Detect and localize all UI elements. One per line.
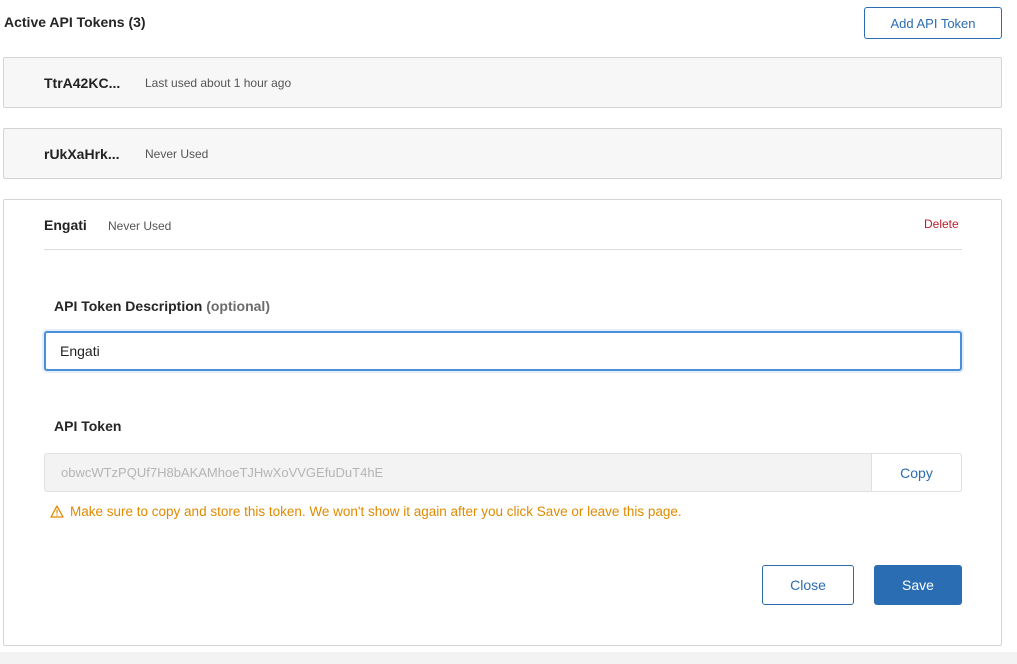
add-api-token-button[interactable]: Add API Token — [864, 7, 1002, 39]
token-row[interactable]: rUkXaHrk... Never Used — [3, 128, 1002, 179]
token-status: Never Used — [145, 146, 209, 161]
divider — [44, 249, 962, 250]
api-token-field: obwcWTzPQUf7H8bAKAMhoeTJHwXoVVGEfuDuT4hE… — [44, 453, 962, 492]
expanded-token-panel: Engati Never Used Delete API Token Descr… — [3, 199, 1002, 646]
token-name: TtrA42KC... — [44, 74, 121, 91]
token-row[interactable]: TtrA42KC... Last used about 1 hour ago — [3, 57, 1002, 108]
token-status: Never Used — [108, 219, 172, 233]
warning-text: Make sure to copy and store this token. … — [70, 504, 682, 519]
token-description-input[interactable] — [44, 331, 962, 371]
optional-hint: (optional) — [206, 298, 270, 314]
copy-warning: Make sure to copy and store this token. … — [50, 504, 682, 519]
save-button[interactable]: Save — [874, 565, 962, 605]
page-title: Active API Tokens (3) — [4, 14, 146, 30]
token-name: Engati — [44, 217, 87, 233]
description-label-text: API Token Description — [54, 298, 203, 314]
warning-triangle-icon — [50, 505, 64, 518]
api-tokens-page: Active API Tokens (3) Add API Token TtrA… — [0, 0, 1017, 664]
api-token-label: API Token — [54, 418, 122, 434]
api-token-value[interactable]: obwcWTzPQUf7H8bAKAMhoeTJHwXoVVGEfuDuT4hE — [45, 454, 871, 491]
copy-button[interactable]: Copy — [871, 454, 961, 491]
close-button[interactable]: Close — [762, 565, 854, 605]
bottom-strip — [0, 652, 1017, 664]
token-name: rUkXaHrk... — [44, 145, 120, 162]
token-status: Last used about 1 hour ago — [145, 75, 292, 90]
delete-token-link[interactable]: Delete — [924, 217, 959, 231]
description-label: API Token Description (optional) — [54, 298, 270, 314]
